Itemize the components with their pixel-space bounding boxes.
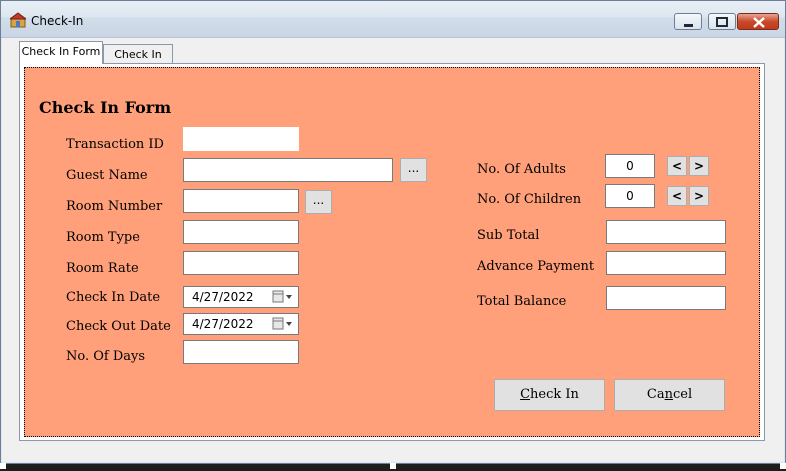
- close-icon: [753, 17, 765, 28]
- no-of-children-label: No. Of Children: [477, 192, 582, 207]
- cancel-button[interactable]: Cancel: [614, 379, 725, 411]
- app-icon: [10, 12, 26, 28]
- total-balance-label: Total Balance: [477, 294, 567, 309]
- minimize-button[interactable]: [674, 13, 702, 30]
- check-in-button[interactable]: Check In: [494, 379, 605, 411]
- minimize-icon: [684, 24, 693, 27]
- maximize-button[interactable]: [708, 13, 736, 30]
- check-in-form-area: Check In Form Transaction ID Guest Name …: [24, 67, 760, 437]
- tab-check-in-form[interactable]: Check In Form: [19, 41, 103, 64]
- room-rate-field[interactable]: [183, 251, 299, 275]
- tab-check-in-list[interactable]: Check In List: [103, 44, 173, 80]
- cancel-label-end: cel: [672, 387, 693, 402]
- total-balance-field[interactable]: [606, 286, 726, 310]
- resize-handle[interactable]: [780, 463, 786, 469]
- resize-handle[interactable]: [0, 463, 6, 469]
- cancel-label-start: Ca: [646, 387, 665, 402]
- form-title: Check In Form: [39, 98, 172, 117]
- no-of-days-field[interactable]: [183, 340, 299, 364]
- check-in-date-value: 4/27/2022: [192, 290, 254, 304]
- no-of-adults-label: No. Of Adults: [477, 162, 566, 177]
- no-of-adults-field[interactable]: 0: [605, 154, 655, 178]
- adults-increment-button[interactable]: >: [689, 156, 709, 176]
- children-decrement-button[interactable]: <: [667, 186, 687, 206]
- check-in-label: heck In: [530, 387, 579, 402]
- advance-payment-field[interactable]: [606, 251, 726, 275]
- browse-room-button[interactable]: ...: [305, 190, 332, 214]
- room-rate-label: Room Rate: [66, 261, 139, 276]
- restore-icon: [716, 17, 728, 27]
- calendar-dropdown-icon[interactable]: [272, 290, 294, 304]
- title-bar[interactable]: Check-In: [1, 1, 785, 38]
- window-title: Check-In: [31, 14, 84, 28]
- transaction-id-field[interactable]: [183, 127, 299, 151]
- browse-guest-button[interactable]: ...: [400, 158, 427, 182]
- transaction-id-label: Transaction ID: [66, 137, 164, 152]
- check-out-date-label: Check Out Date: [66, 319, 171, 334]
- room-number-label: Room Number: [66, 199, 163, 214]
- room-type-label: Room Type: [66, 230, 140, 245]
- children-increment-button[interactable]: >: [689, 186, 709, 206]
- check-in-mnemonic: C: [520, 387, 531, 402]
- check-in-date-picker[interactable]: 4/27/2022: [183, 286, 299, 308]
- check-in-date-label: Check In Date: [66, 290, 161, 305]
- cancel-mnemonic: n: [664, 387, 673, 402]
- no-of-days-label: No. Of Days: [66, 349, 146, 364]
- sub-total-label: Sub Total: [477, 228, 540, 243]
- adults-decrement-button[interactable]: <: [667, 156, 687, 176]
- check-out-date-picker[interactable]: 4/27/2022: [183, 313, 299, 335]
- close-button[interactable]: [737, 13, 779, 30]
- sub-total-field[interactable]: [606, 220, 726, 244]
- guest-name-label: Guest Name: [66, 168, 148, 183]
- check-out-date-value: 4/27/2022: [192, 317, 254, 331]
- advance-payment-label: Advance Payment: [477, 259, 595, 274]
- resize-handle[interactable]: [390, 463, 396, 469]
- tab-panel: Check In Form Transaction ID Guest Name …: [19, 63, 765, 441]
- check-in-window: Check-In Check In Form Check In List Che…: [0, 0, 786, 464]
- room-type-field[interactable]: [183, 220, 299, 244]
- no-of-children-field[interactable]: 0: [605, 184, 655, 208]
- calendar-dropdown-icon[interactable]: [272, 317, 294, 331]
- room-number-field[interactable]: [183, 189, 299, 213]
- guest-name-field[interactable]: [183, 158, 393, 182]
